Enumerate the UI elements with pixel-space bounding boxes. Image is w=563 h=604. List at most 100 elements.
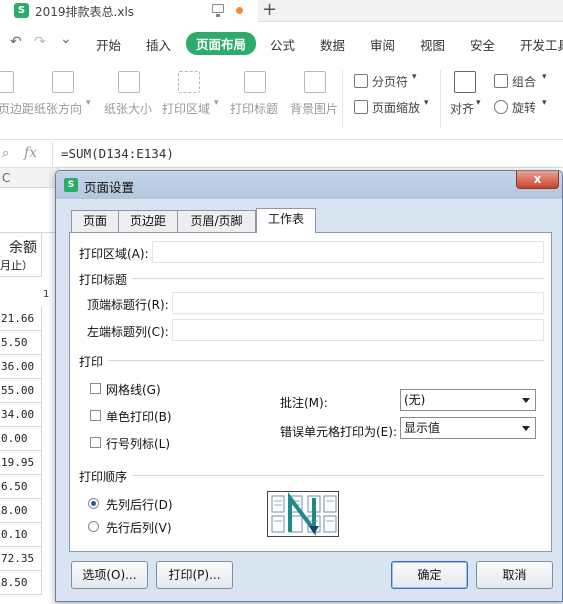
comments-select[interactable]: (无) <box>400 389 536 411</box>
menu-data[interactable]: 数据 <box>320 35 345 54</box>
options-button[interactable]: 选项(O)... <box>71 561 148 589</box>
table-cell[interactable]: 6.50 <box>0 475 42 499</box>
cell-errors-select[interactable]: 显示值 <box>400 417 536 439</box>
ribbon-margins[interactable]: 页边距 <box>0 100 34 117</box>
gridlines-label[interactable]: 网格线(G) <box>106 381 161 398</box>
spreadsheet-icon: S <box>64 178 78 192</box>
menu-developer[interactable]: 开发工具 <box>520 35 563 54</box>
menu-insert[interactable]: 插入 <box>146 35 171 54</box>
zoom-icon[interactable]: ⌕ <box>2 146 9 161</box>
dialog-title: 页面设置 <box>84 180 135 195</box>
ribbon-paper-size[interactable]: 纸张大小 <box>104 100 152 117</box>
ribbon-print-titles[interactable]: 打印标题 <box>230 100 278 117</box>
row-col-headings-checkbox[interactable] <box>90 437 101 448</box>
group-icon[interactable] <box>494 74 508 88</box>
over-then-down-radio[interactable] <box>88 521 99 532</box>
table-cell[interactable]: 5.50 <box>0 331 42 355</box>
close-button[interactable]: x <box>516 171 559 189</box>
page-setup-dialog: S 页面设置 x 页面 页边距 页眉/页脚 工作表 打印区域(A): 打印标题 … <box>55 170 563 602</box>
down-then-over-radio[interactable] <box>88 498 99 509</box>
menu-view[interactable]: 视图 <box>420 35 445 54</box>
monitor-icon[interactable] <box>212 4 224 17</box>
title-rows-label: 顶端标题行(R): <box>87 298 169 312</box>
menu-bar: ↶ ↷ ⌄ 开始 插入 页面布局 公式 数据 审阅 视图 安全 开发工具 <box>0 22 563 62</box>
balance-header-cell[interactable]: 余额 月止） <box>0 233 42 277</box>
table-cell[interactable]: 21.66 <box>0 307 42 331</box>
dialog-title-bar[interactable]: S 页面设置 x <box>56 171 562 199</box>
title-cols-input[interactable] <box>172 319 544 341</box>
align-icon[interactable] <box>454 71 476 93</box>
cell-errors-label: 错误单元格打印为(E): <box>280 425 397 439</box>
new-tab-button[interactable]: + <box>262 0 277 20</box>
ribbon-rotate[interactable]: 旋转 <box>512 99 536 116</box>
orientation-icon[interactable] <box>52 71 74 93</box>
table-cell[interactable]: 8.00 <box>0 499 42 523</box>
print-area-label: 打印区域(A): <box>79 247 149 261</box>
spreadsheet-icon: S <box>14 3 29 18</box>
table-cell[interactable]: 8.50 <box>0 571 42 595</box>
table-cell[interactable]: 36.00 <box>0 355 42 379</box>
undo-icon[interactable]: ↶ <box>10 34 22 50</box>
quick-access-more-icon[interactable]: ⌄ <box>60 31 72 47</box>
table-cell[interactable]: 0.00 <box>0 427 42 451</box>
document-tab[interactable]: S 2019排款表总.xls <box>0 0 258 22</box>
tab-page[interactable]: 页面 <box>71 210 119 232</box>
title-rows-input[interactable] <box>172 292 544 314</box>
table-cell[interactable]: 0.10 <box>0 523 42 547</box>
margins-icon[interactable] <box>0 71 14 93</box>
ok-button[interactable]: 确定 <box>391 561 468 589</box>
formula-input[interactable]: =SUM(D134:E134) <box>52 142 563 166</box>
document-title: 2019排款表总.xls <box>35 5 135 19</box>
print-button[interactable]: 打印(P)... <box>156 561 233 589</box>
menu-home[interactable]: 开始 <box>96 35 121 54</box>
print-titles-icon[interactable] <box>244 71 266 93</box>
ribbon-group[interactable]: 组合 <box>512 73 536 90</box>
cancel-button[interactable]: 取消 <box>476 561 553 589</box>
formula-bar: ⌕ fx =SUM(D134:E134) <box>0 140 563 168</box>
cell-errors-value: 显示值 <box>404 421 441 435</box>
ribbon: 页边距 纸张方向 ▾ 纸张大小 打印区域 ▾ 打印标题 背景图片 分页符 ▾ 页… <box>0 62 563 140</box>
gridlines-checkbox[interactable] <box>90 383 101 394</box>
chevron-down-icon <box>522 398 530 403</box>
title-cols-label: 左端标题列(C): <box>87 325 169 339</box>
menu-formulas[interactable]: 公式 <box>270 35 295 54</box>
print-titles-label: 打印标题 <box>79 273 128 287</box>
page-zoom-icon[interactable] <box>354 100 368 114</box>
column-header-c[interactable]: C <box>0 168 60 188</box>
menu-page-layout[interactable]: 页面布局 <box>186 32 257 55</box>
redo-icon[interactable]: ↷ <box>34 34 46 50</box>
comments-label: 批注(M): <box>280 396 328 410</box>
balance-header: 余额 <box>9 240 37 256</box>
table-cell[interactable]: 34.00 <box>0 403 42 427</box>
fx-icon[interactable]: fx <box>24 145 37 161</box>
menu-security[interactable]: 安全 <box>470 35 495 54</box>
menu-review[interactable]: 审阅 <box>370 35 395 54</box>
comments-value: (无) <box>404 393 426 407</box>
rotate-icon[interactable] <box>494 100 508 114</box>
print-area-input[interactable] <box>152 241 544 263</box>
sheet-tab-panel: 打印区域(A): 打印标题 顶端标题行(R): 左端标题列(C): 打印 网格线… <box>69 232 552 552</box>
ribbon-page-zoom[interactable]: 页面缩放 <box>372 99 420 116</box>
ribbon-align[interactable]: 对齐 <box>450 100 474 117</box>
ribbon-background-image[interactable]: 背景图片 <box>290 100 338 117</box>
background-image-icon[interactable] <box>304 71 326 93</box>
page-break-icon[interactable] <box>354 74 368 88</box>
tab-margins[interactable]: 页边距 <box>118 210 178 232</box>
table-cell[interactable]: 72.35 <box>0 547 42 571</box>
page-order-preview-icon <box>267 491 339 537</box>
down-then-over-label[interactable]: 先列后行(D) <box>106 496 173 513</box>
ribbon-orientation[interactable]: 纸张方向 <box>34 100 82 117</box>
table-cell[interactable]: 55.00 <box>0 379 42 403</box>
print-area-icon[interactable] <box>178 71 200 93</box>
mono-print-checkbox[interactable] <box>90 410 101 421</box>
tab-sheet[interactable]: 工作表 <box>256 208 316 233</box>
over-then-down-label[interactable]: 先行后列(V) <box>106 519 172 536</box>
paper-size-icon[interactable] <box>118 71 140 93</box>
row-col-headings-label[interactable]: 行号列标(L) <box>106 435 170 452</box>
ribbon-page-break[interactable]: 分页符 <box>372 73 408 90</box>
table-cell[interactable]: 19.95 <box>0 451 42 475</box>
ribbon-print-area[interactable]: 打印区域 <box>162 100 210 117</box>
tab-header-footer[interactable]: 页眉/页脚 <box>177 210 256 232</box>
mono-print-label[interactable]: 单色打印(B) <box>106 408 172 425</box>
balance-header-sub: 月止） <box>0 259 33 272</box>
